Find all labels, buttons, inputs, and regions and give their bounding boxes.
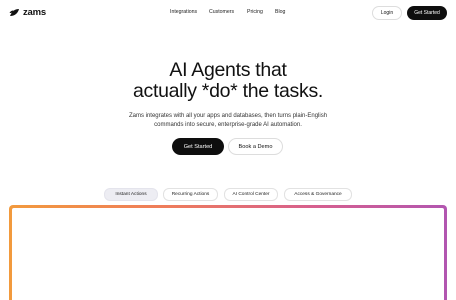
hero-title-line-1: AI Agents that [169, 59, 287, 81]
book-demo-button[interactable]: Book a Demo [228, 138, 283, 155]
hero-get-started-button[interactable]: Get Started [172, 138, 224, 155]
tab-ai-control-center[interactable]: AI Control Center [224, 188, 278, 201]
hero-title-line-2: actually *do* the tasks. [132, 80, 324, 102]
tab-recurring-actions[interactable]: Recurring Actions [163, 188, 218, 201]
hero-subtitle: Zams integrates with all your apps and d… [0, 112, 456, 130]
nav-pricing[interactable]: Pricing [247, 9, 275, 15]
hero-title: AI Agents that actually *do* the tasks. [0, 60, 456, 102]
tab-instant-actions[interactable]: Instant Actions [104, 188, 158, 201]
zams-leaf-icon [9, 9, 19, 16]
demo-preview-panel [12, 208, 444, 300]
login-button[interactable]: Login [372, 6, 402, 20]
nav-blog[interactable]: Blog [275, 9, 295, 15]
demo-preview-frame [9, 205, 447, 300]
hero-subtitle-line-1: Zams integrates with all your apps and d… [128, 113, 328, 119]
main-nav: Integrations Customers Pricing Blog [170, 9, 295, 15]
tab-access-governance[interactable]: Access & Governance [284, 188, 352, 201]
header-get-started-button[interactable]: Get Started [407, 6, 447, 20]
nav-customers[interactable]: Customers [209, 9, 247, 15]
nav-integrations[interactable]: Integrations [170, 9, 209, 15]
logo[interactable]: zams [9, 7, 46, 18]
logo-text: zams [23, 7, 46, 18]
hero-subtitle-line-2: commands into secure, enterprise-grade A… [154, 122, 302, 128]
site-header: zams Integrations Customers Pricing Blog… [0, 0, 456, 26]
